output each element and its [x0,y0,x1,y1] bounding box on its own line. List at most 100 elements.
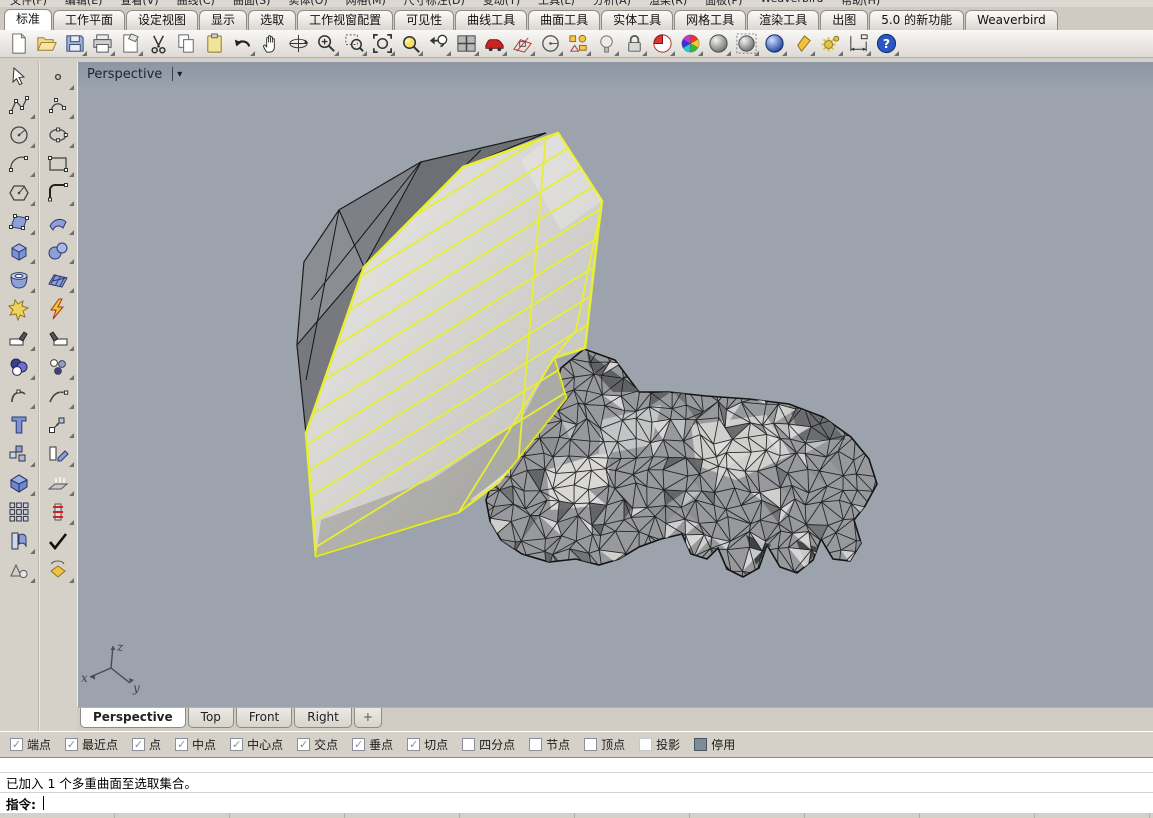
command-input[interactable]: 指令: [0,793,1153,813]
viewport-tab-right[interactable]: Right [294,708,352,728]
toolbar-button-color-wheel[interactable] [676,31,704,57]
perspective-viewport[interactable]: z x y Perspective ▾ [77,62,1153,707]
palette-button-polyline[interactable] [2,91,36,120]
osnap-checkbox-最近点[interactable] [65,738,78,751]
palette-button-clamp-red[interactable] [41,497,75,526]
palette-button-box-obj[interactable] [2,236,36,265]
workspace-tab-设定视图[interactable]: 设定视图 [126,10,198,30]
palette-button-trim-stamp[interactable] [2,323,36,352]
toolbar-button-new-file[interactable] [4,31,32,57]
palette-button-polygon-obj[interactable] [2,178,36,207]
toolbar-button-zoom-selected[interactable] [396,31,424,57]
osnap-checkbox-中心点[interactable] [230,738,243,751]
toolbar-button-layout-shapes[interactable] [564,31,592,57]
toolbar-button-undo[interactable] [228,31,256,57]
workspace-tab-实体工具[interactable]: 实体工具 [601,10,673,30]
toolbar-button-dimension[interactable] [844,31,872,57]
toolbar-button-zoom-extents[interactable] [368,31,396,57]
workspace-tab-网格工具[interactable]: 网格工具 [674,10,746,30]
toolbar-button-rendered-sphere[interactable] [732,31,760,57]
palette-button-spheres-obj[interactable] [41,236,75,265]
toolbar-button-export-notes[interactable] [116,31,144,57]
toolbar-button-cplane-widget[interactable] [508,31,536,57]
toolbar-button-help[interactable]: ? [872,31,900,57]
palette-button-array-grid[interactable] [2,497,36,526]
palette-button-mesh-srf[interactable] [41,265,75,294]
toolbar-button-zoom-window[interactable] [340,31,368,57]
toolbar-button-render-blue-sphere[interactable] [760,31,788,57]
workspace-tab-曲面工具[interactable]: 曲面工具 [528,10,600,30]
workspace-tab-Weaverbird[interactable]: Weaverbird [965,10,1058,30]
osnap-checkbox-节点[interactable] [529,738,542,751]
palette-button-sheets-blue[interactable] [2,526,36,555]
palette-button-extend-curve[interactable] [41,381,75,410]
toolbar-button-pan-hand[interactable] [256,31,284,57]
osnap-checkbox-交点[interactable] [297,738,310,751]
workspace-tab-选取[interactable]: 选取 [248,10,296,30]
workspace-tab-出图[interactable]: 出图 [820,10,868,30]
add-viewport-tab-button[interactable]: + [354,708,382,728]
palette-button-circle-obj[interactable] [2,120,36,149]
palette-button-explode-puzzle[interactable] [2,294,36,323]
osnap-checkbox-切点[interactable] [407,738,420,751]
toolbar-button-cut-scissors[interactable] [144,31,172,57]
palette-button-group-objs[interactable] [2,439,36,468]
toolbar-button-save[interactable] [60,31,88,57]
workspace-tab-显示[interactable]: 显示 [199,10,247,30]
toolbar-button-undo-view[interactable] [424,31,452,57]
toolbar-button-open-folder[interactable] [32,31,60,57]
palette-button-move-pts[interactable] [41,410,75,439]
toolbar-button-copy[interactable] [172,31,200,57]
viewport-title-bar[interactable]: Perspective ▾ [78,62,1153,86]
viewport-tab-front[interactable]: Front [236,708,292,728]
palette-button-srf-pts[interactable] [2,207,36,236]
toolbar-button-circle-radius[interactable] [536,31,564,57]
palette-button-check-mark[interactable] [41,526,75,555]
palette-button-explode-bolt[interactable] [41,294,75,323]
palette-button-boolean-circles[interactable] [2,352,36,381]
toolbar-button-lightbulb-visibility[interactable] [592,31,620,57]
palette-button-tube-obj[interactable] [2,265,36,294]
osnap-checkbox-停用[interactable] [694,738,707,751]
toolbar-button-layer-pie[interactable] [648,31,676,57]
workspace-tab-工作视窗配置[interactable]: 工作视窗配置 [297,10,393,30]
toolbar-button-options-gears[interactable] [816,31,844,57]
palette-button-ellipse-obj[interactable] [41,120,75,149]
toolbar-button-rotate-view[interactable] [284,31,312,57]
palette-button-curve-hook[interactable] [2,381,36,410]
toolbar-button-move-car[interactable] [480,31,508,57]
workspace-tab-曲线工具[interactable]: 曲线工具 [455,10,527,30]
palette-button-plane-lights[interactable] [41,468,75,497]
workspace-tab-可见性[interactable]: 可见性 [394,10,454,30]
palette-button-lasso-diamond[interactable] [41,555,75,584]
toolbar-button-viewport-layout[interactable] [452,31,480,57]
palette-button-arc-obj[interactable] [2,149,36,178]
palette-button-fillet-curve[interactable] [41,178,75,207]
palette-button-srf-bend[interactable] [41,207,75,236]
palette-button-point-obj[interactable] [41,62,75,91]
palette-button-split-stamp[interactable] [41,323,75,352]
osnap-checkbox-垂点[interactable] [352,738,365,751]
palette-button-select-arrow[interactable] [2,62,36,91]
toolbar-button-print[interactable] [88,31,116,57]
osnap-checkbox-四分点[interactable] [462,738,475,751]
toolbar-button-shaded-sphere[interactable] [704,31,732,57]
model-canvas[interactable]: z x y [78,62,1153,707]
viewport-tab-perspective[interactable]: Perspective [80,708,186,728]
palette-button-cp-curve[interactable] [41,91,75,120]
toolbar-button-zoom-in[interactable] [312,31,340,57]
toolbar-button-paste-clipboard[interactable] [200,31,228,57]
palette-button-text-obj[interactable] [2,410,36,439]
osnap-checkbox-顶点[interactable] [584,738,597,751]
workspace-tab-渲染工具[interactable]: 渲染工具 [747,10,819,30]
viewport-tab-top[interactable]: Top [188,708,234,728]
osnap-checkbox-点[interactable] [132,738,145,751]
toolbar-button-cone-render[interactable] [788,31,816,57]
workspace-tab-工作平面[interactable]: 工作平面 [53,10,125,30]
viewport-menu-caret-icon[interactable]: ▾ [177,69,182,80]
workspace-tab-5.0 的新功能[interactable]: 5.0 的新功能 [869,10,964,30]
palette-button-solid-box[interactable] [2,468,36,497]
toolbar-button-lock-objects[interactable] [620,31,648,57]
palette-button-detach-pencil[interactable] [41,439,75,468]
osnap-checkbox-中点[interactable] [175,738,188,751]
